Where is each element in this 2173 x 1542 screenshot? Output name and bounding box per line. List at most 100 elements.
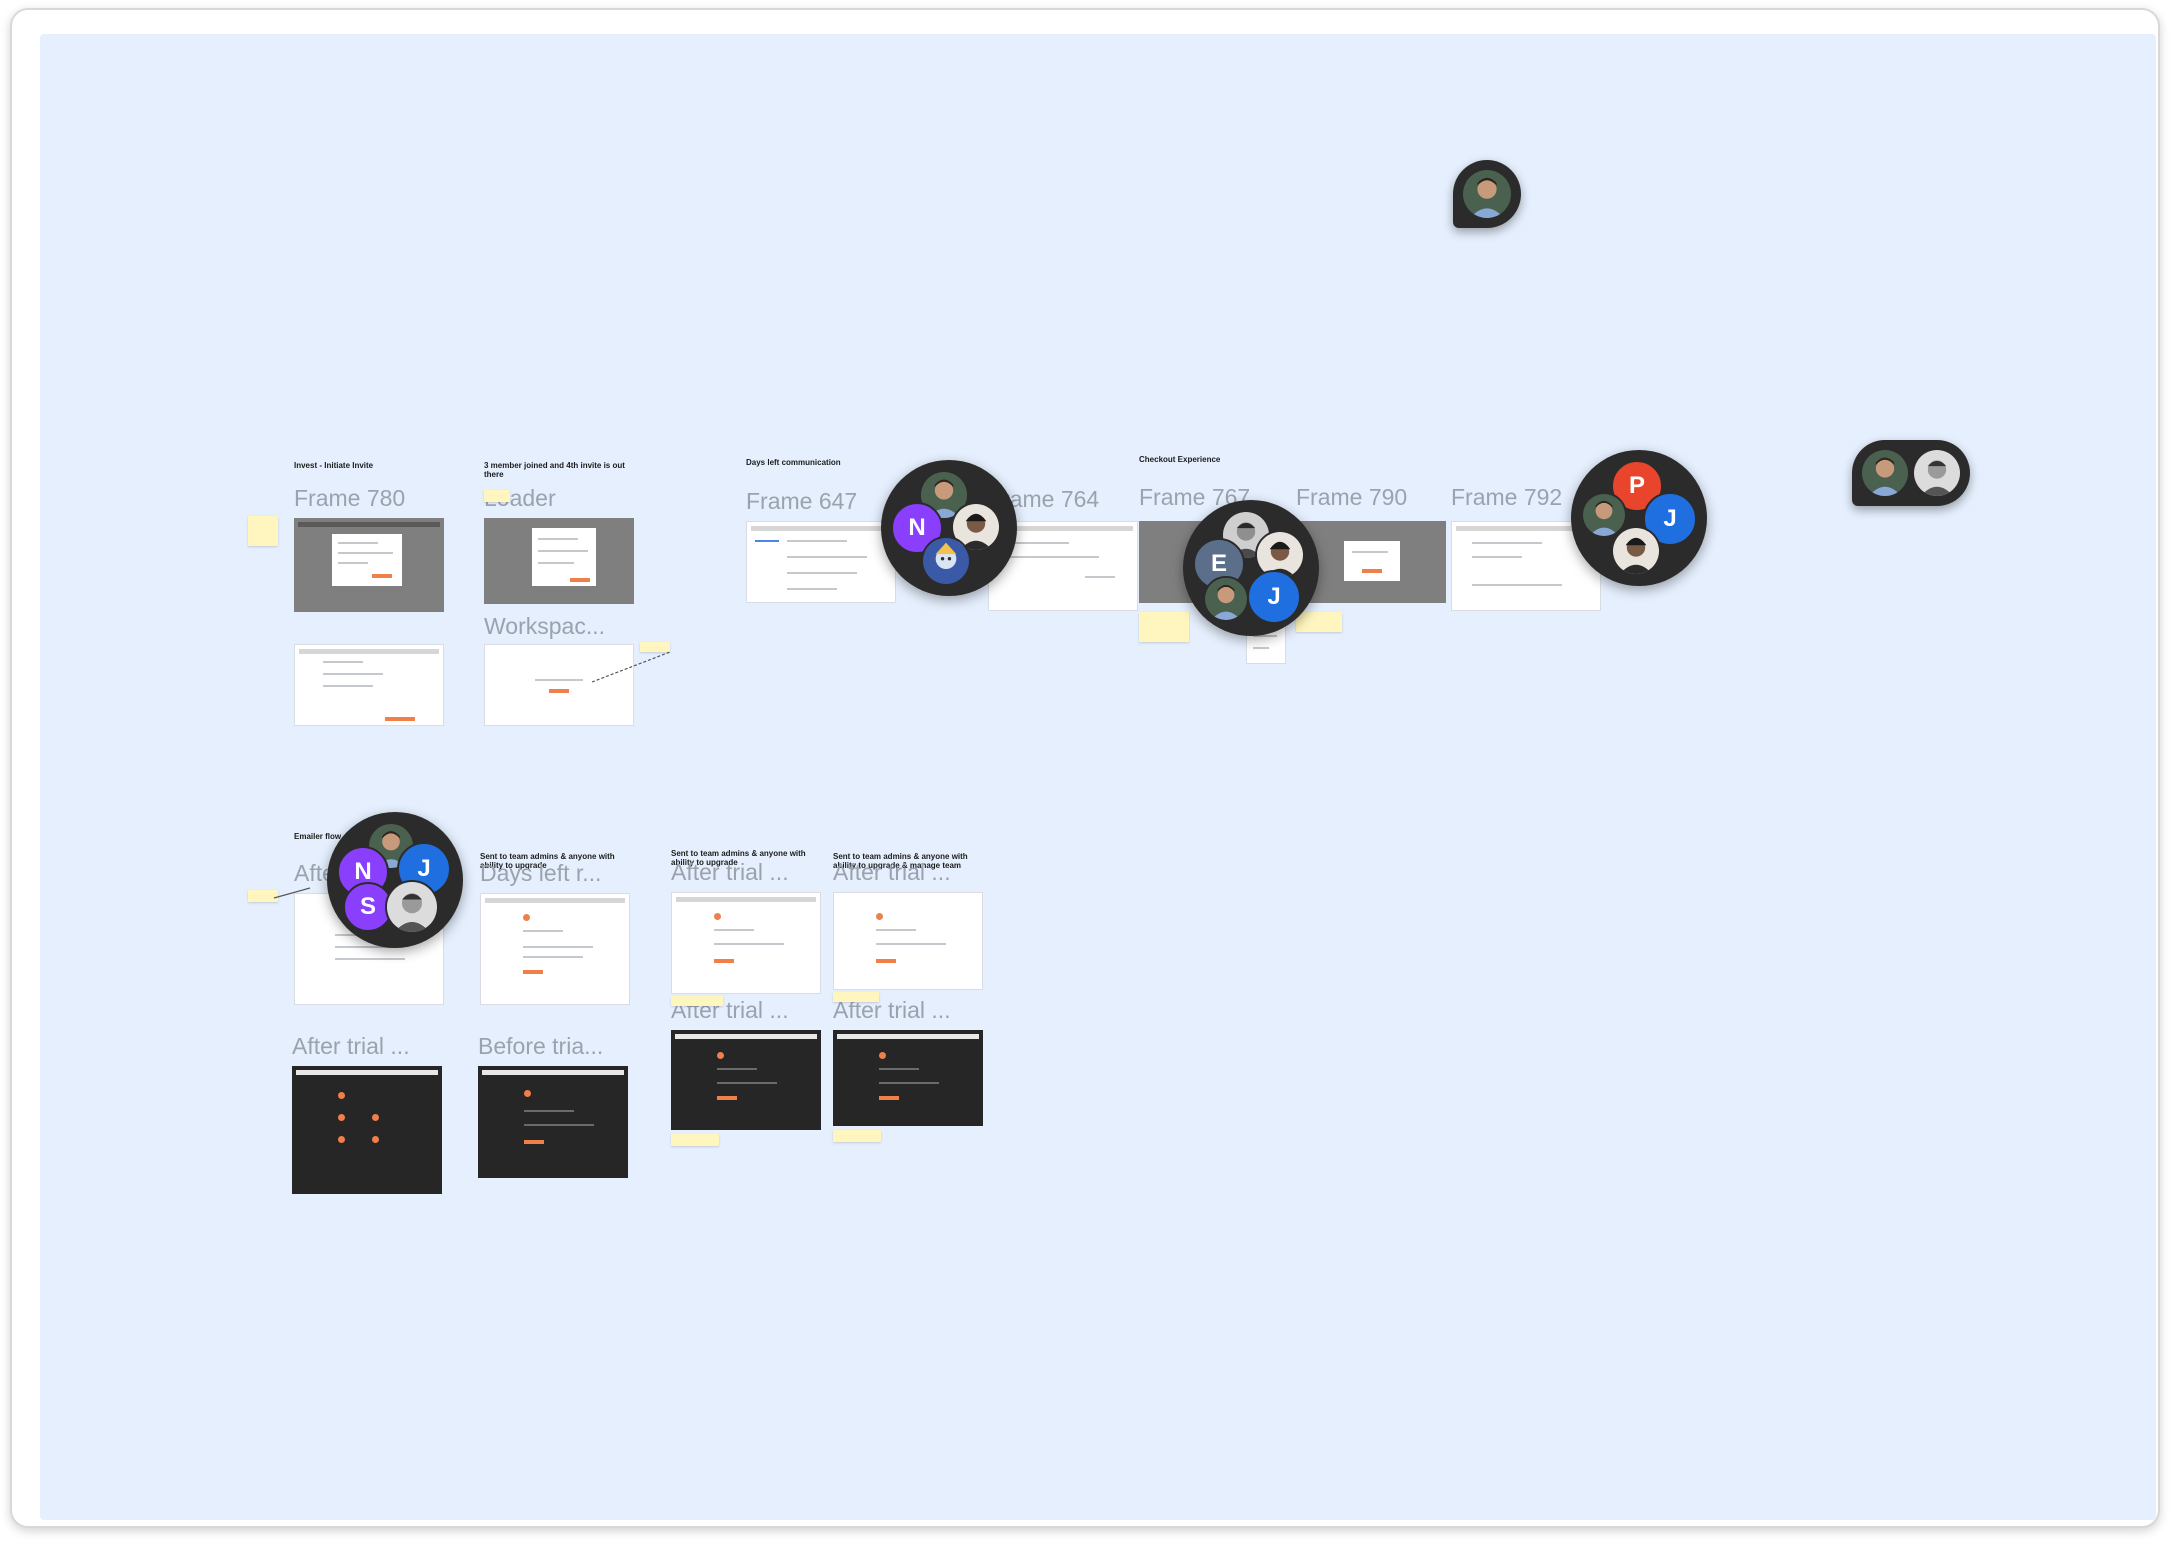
brand-logo-icon: [714, 913, 721, 920]
avatar-cluster[interactable]: E J: [1183, 500, 1319, 636]
frame-label[interactable]: Frame 790: [1296, 485, 1407, 509]
text-line: [538, 562, 574, 564]
frame-thumbnail[interactable]: [746, 521, 896, 603]
frame-thumbnail[interactable]: [671, 1030, 821, 1130]
frame-thumbnail[interactable]: [292, 1066, 442, 1194]
section-heading: Checkout Experience: [1139, 455, 1221, 464]
frame-label[interactable]: Frame 647: [746, 489, 857, 513]
text-line: [879, 1068, 919, 1070]
sticky-note[interactable]: [833, 992, 879, 1002]
frame-label[interactable]: After trial ...: [833, 860, 951, 884]
text-line: [523, 956, 583, 958]
text-line: [524, 1124, 594, 1126]
user-photo-icon: [1203, 576, 1249, 622]
avatar-dot-icon: [338, 1114, 345, 1121]
user-cursor-pin[interactable]: [1453, 160, 1521, 228]
avatar-cluster[interactable]: P J: [1571, 450, 1707, 586]
frame-topbar: [298, 522, 440, 527]
text-line: [787, 588, 837, 590]
text-line: [717, 1068, 757, 1070]
section-heading: Days left communication: [746, 458, 841, 467]
frame-topbar: [675, 1034, 817, 1039]
frame-label[interactable]: Frame 792: [1451, 485, 1562, 509]
frame-topbar: [751, 526, 891, 531]
frame-label[interactable]: After trial ...: [671, 860, 789, 884]
cta-button-preview: [717, 1096, 737, 1100]
text-line: [1472, 556, 1522, 558]
text-line: [879, 1082, 939, 1084]
design-canvas[interactable]: Invest - Initiate Invite 3 member joined…: [40, 34, 2156, 1520]
text-line: [787, 556, 867, 558]
frame-topbar: [296, 1070, 438, 1075]
cta-button-preview: [549, 689, 569, 693]
frame-thumbnail[interactable]: [671, 892, 821, 994]
cta-button-preview: [714, 959, 734, 963]
modal-preview: [1344, 541, 1400, 581]
text-line: [323, 673, 383, 675]
section-heading: Emailer flow: [294, 832, 342, 841]
brand-logo-icon: [523, 914, 530, 921]
text-line: [538, 538, 578, 540]
user-cursor-pin[interactable]: [1852, 440, 1970, 506]
cta-button-preview: [1362, 569, 1382, 573]
cta-button-preview: [570, 578, 590, 582]
cta-button-preview: [523, 970, 543, 974]
user-photo-icon: [1461, 168, 1513, 220]
sticky-note[interactable]: [248, 516, 278, 546]
text-line: [714, 943, 784, 945]
frame-thumbnail[interactable]: [294, 644, 444, 726]
brand-logo-icon: [524, 1090, 531, 1097]
text-line: [1472, 584, 1562, 586]
cta-button-preview: [372, 574, 392, 578]
sticky-note[interactable]: [671, 996, 723, 1006]
frame-label[interactable]: Frame 780: [294, 486, 405, 510]
avatar-cluster[interactable]: N: [881, 460, 1017, 596]
brand-logo-icon: [879, 1052, 886, 1059]
modal-preview: [332, 534, 402, 586]
text-line: [1009, 556, 1099, 558]
frame-thumbnail[interactable]: [478, 1066, 628, 1178]
text-line: [338, 562, 368, 564]
text-line: [1253, 647, 1269, 649]
user-photo-icon: [1860, 448, 1910, 498]
frame-thumbnail[interactable]: [484, 518, 634, 604]
text-line: [338, 552, 393, 554]
frame-label[interactable]: Before tria...: [478, 1034, 603, 1058]
avatar-cluster[interactable]: N J S: [327, 812, 463, 948]
text-line: [1352, 551, 1388, 553]
text-line: [787, 540, 847, 542]
connector-arrow: [591, 651, 671, 683]
frame-label[interactable]: After trial ...: [292, 1034, 410, 1058]
sticky-note[interactable]: [1139, 612, 1189, 642]
frame-thumbnail[interactable]: [480, 893, 630, 1005]
sticky-note[interactable]: [1296, 612, 1342, 632]
frame-topbar: [837, 1034, 979, 1039]
cta-button-preview: [879, 1096, 899, 1100]
sticky-note[interactable]: [484, 490, 510, 502]
avatar-dot-icon: [338, 1136, 345, 1143]
cta-button-preview: [385, 717, 415, 721]
text-line: [535, 679, 583, 681]
text-line: [714, 929, 754, 931]
text-line: [538, 550, 588, 552]
frame-thumbnail[interactable]: [833, 892, 983, 990]
frame-label[interactable]: Workspac...: [484, 614, 605, 638]
frame-thumbnail[interactable]: [833, 1030, 983, 1126]
avatar-dot-icon: [372, 1114, 379, 1121]
text-line: [323, 685, 373, 687]
avatar-dot-icon: [372, 1136, 379, 1143]
text-line: [1472, 542, 1542, 544]
text-line: [524, 1110, 574, 1112]
frame-topbar: [485, 898, 625, 903]
frame-topbar: [299, 649, 439, 654]
cta-button-preview: [876, 959, 896, 963]
text-line: [323, 661, 363, 663]
frame-topbar: [482, 1070, 624, 1075]
frame-thumbnail[interactable]: [294, 518, 444, 612]
text-line: [1009, 542, 1069, 544]
sticky-note[interactable]: [671, 1134, 719, 1146]
frame-label[interactable]: Days left r...: [480, 861, 601, 885]
brand-logo-icon: [338, 1092, 345, 1099]
sticky-note[interactable]: [833, 1130, 881, 1142]
text-line: [523, 946, 593, 948]
